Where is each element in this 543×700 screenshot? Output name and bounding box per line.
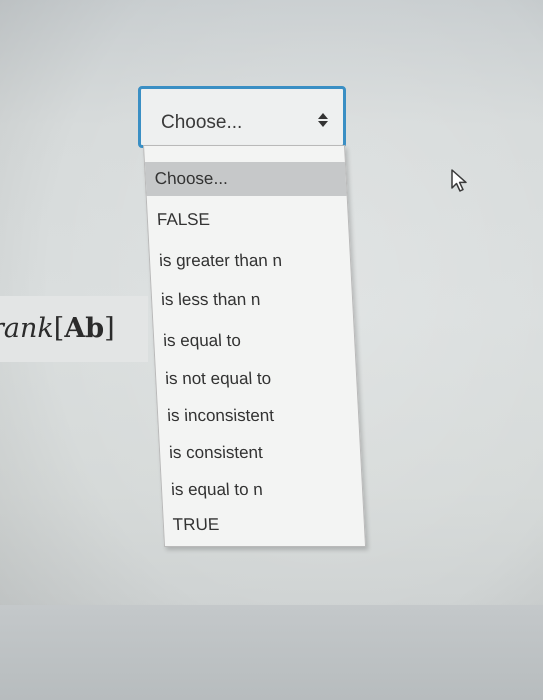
option-inconsistent[interactable]: is inconsistent xyxy=(157,399,359,433)
rank-close-bracket: ] xyxy=(104,313,115,344)
option-true[interactable]: TRUE xyxy=(163,508,365,542)
rank-open-bracket: [ xyxy=(53,313,65,344)
option-consistent[interactable]: is consistent xyxy=(159,436,361,470)
mouse-pointer-icon xyxy=(449,168,471,194)
option-choose[interactable]: Choose... xyxy=(144,162,347,196)
select-current-value: Choose... xyxy=(161,112,243,133)
option-less-than-n[interactable]: is less than n xyxy=(151,283,353,317)
option-false[interactable]: FALSE xyxy=(147,203,349,237)
rank-function-name: rank xyxy=(0,313,54,344)
option-equal-to-n[interactable]: is equal to n xyxy=(161,473,363,507)
rank-expression: rank[Ab] xyxy=(0,296,148,362)
select-dropdown-menu: Choose... FALSE is greater than n is les… xyxy=(143,145,367,547)
option-greater-than-n[interactable]: is greater than n xyxy=(149,244,351,278)
option-not-equal-to[interactable]: is not equal to xyxy=(155,362,357,396)
rank-argument: Ab xyxy=(64,313,105,344)
option-equal-to[interactable]: is equal to xyxy=(153,324,355,358)
up-down-chevron-icon xyxy=(317,109,329,129)
screen-bottom-edge xyxy=(0,605,543,700)
answer-select[interactable]: Choose... xyxy=(138,86,346,148)
